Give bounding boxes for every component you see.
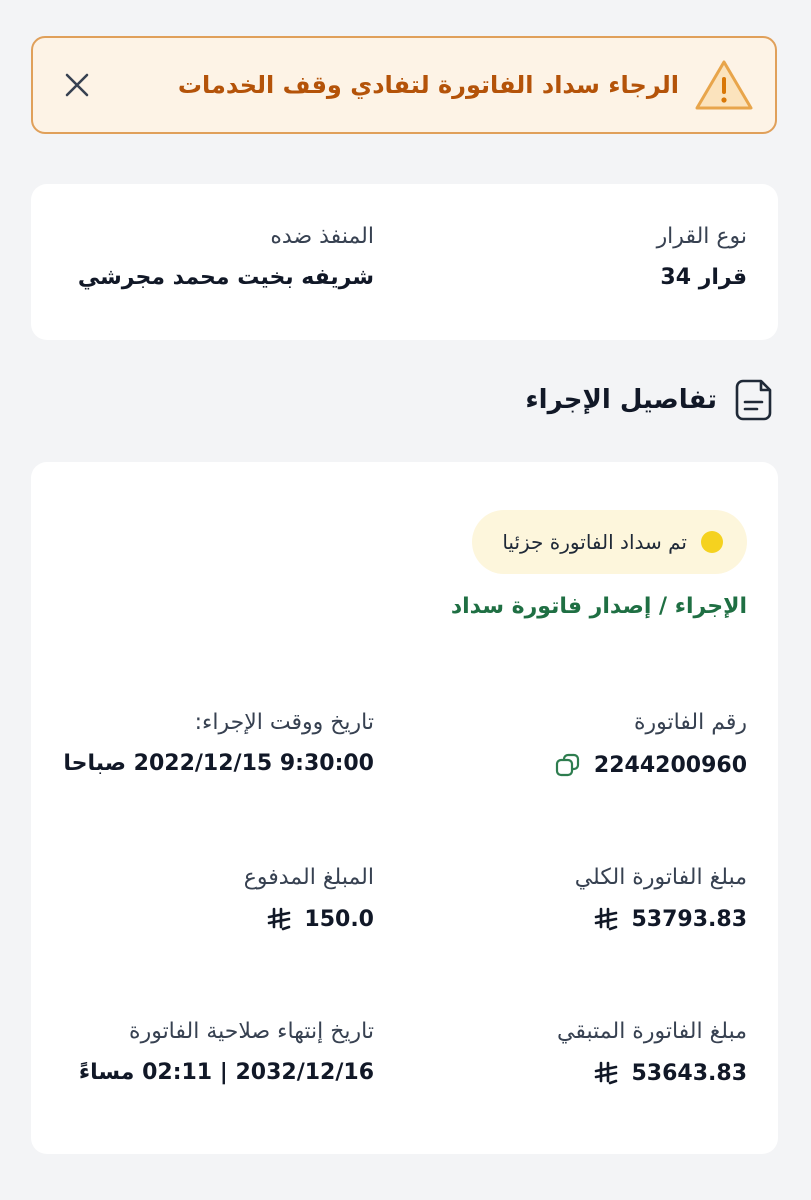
action-datetime-label: تاريخ ووقت الإجراء: <box>194 710 374 735</box>
total-amount-label: مبلغ الفاتورة الكلي <box>574 865 747 890</box>
expiry-text: 2032/12/16 | 02:11 مساءً <box>78 1060 374 1085</box>
paid-amount-field: المبلغ المدفوع 150.0 <box>244 865 374 932</box>
copy-icon[interactable] <box>554 751 582 779</box>
riyal-icon <box>595 907 618 931</box>
remaining-amount-field: مبلغ الفاتورة المتبقي 53643.83 <box>557 1019 747 1086</box>
invoice-number-field: رقم الفاتورة 2244200960 <box>554 710 747 779</box>
executed-against-field: المنفذ ضده شريفه بخيت محمد مجرشي <box>78 224 374 290</box>
remaining-amount-label: مبلغ الفاتورة المتبقي <box>557 1019 747 1044</box>
riyal-icon <box>268 907 291 931</box>
paid-amount-value: 150.0 <box>244 906 374 932</box>
executed-against-value: شريفه بخيت محمد مجرشي <box>78 265 374 290</box>
expiry-value: 2032/12/16 | 02:11 مساءً <box>79 1060 374 1085</box>
warning-triangle-icon <box>693 57 755 113</box>
payment-alert-banner: الرجاء سداد الفاتورة لتفادي وقف الخدمات <box>31 36 777 134</box>
total-amount-value: 53793.83 <box>575 906 747 932</box>
close-alert-button[interactable] <box>57 65 97 105</box>
invoice-number-label: رقم الفاتورة <box>633 710 747 735</box>
expiry-field: تاريخ إنتهاء صلاحية الفاتورة 2032/12/16 … <box>79 1019 374 1085</box>
section-title: تفاصيل الإجراء <box>525 385 717 415</box>
expiry-label: تاريخ إنتهاء صلاحية الفاتورة <box>129 1019 374 1044</box>
paid-amount-label: المبلغ المدفوع <box>243 865 374 890</box>
paid-amount-text: 150.0 <box>304 906 374 932</box>
remaining-amount-text: 53643.83 <box>631 1060 747 1086</box>
decision-type-field: نوع القرار قرار 34 <box>657 224 747 290</box>
remaining-amount-value: 53643.83 <box>557 1060 747 1086</box>
document-icon <box>735 379 772 421</box>
action-link[interactable]: الإجراء / إصدار فاتورة سداد <box>451 594 747 619</box>
action-datetime-field: تاريخ ووقت الإجراء: 9:30:00 2022/12/15 ص… <box>63 710 374 776</box>
decision-card: نوع القرار قرار 34 المنفذ ضده شريفه بخيت… <box>31 184 778 340</box>
action-datetime-value: 9:30:00 2022/12/15 صباحا <box>63 751 374 776</box>
decision-type-text: قرار 34 <box>660 265 747 290</box>
action-details-header: تفاصيل الإجراء <box>525 378 775 422</box>
invoice-number-text: 2244200960 <box>593 752 747 778</box>
invoice-number-value: 2244200960 <box>554 751 747 779</box>
decision-type-value: قرار 34 <box>657 265 747 290</box>
total-amount-field: مبلغ الفاتورة الكلي 53793.83 <box>575 865 747 932</box>
riyal-icon <box>595 1061 618 1085</box>
decision-type-label: نوع القرار <box>656 224 747 249</box>
status-text: تم سداد الفاتورة جزئيا <box>502 530 687 554</box>
executed-against-label: المنفذ ضده <box>270 224 374 249</box>
action-datetime-text: 9:30:00 2022/12/15 صباحا <box>63 751 374 776</box>
close-icon[interactable] <box>63 71 91 99</box>
payment-status-badge: تم سداد الفاتورة جزئيا <box>472 510 747 574</box>
total-amount-text: 53793.83 <box>631 906 747 932</box>
alert-message: الرجاء سداد الفاتورة لتفادي وقف الخدمات <box>177 71 679 99</box>
executed-against-text: شريفه بخيت محمد مجرشي <box>77 265 374 290</box>
action-details-card: تم سداد الفاتورة جزئيا الإجراء / إصدار ف… <box>31 462 778 1154</box>
status-dot-icon <box>701 531 723 553</box>
